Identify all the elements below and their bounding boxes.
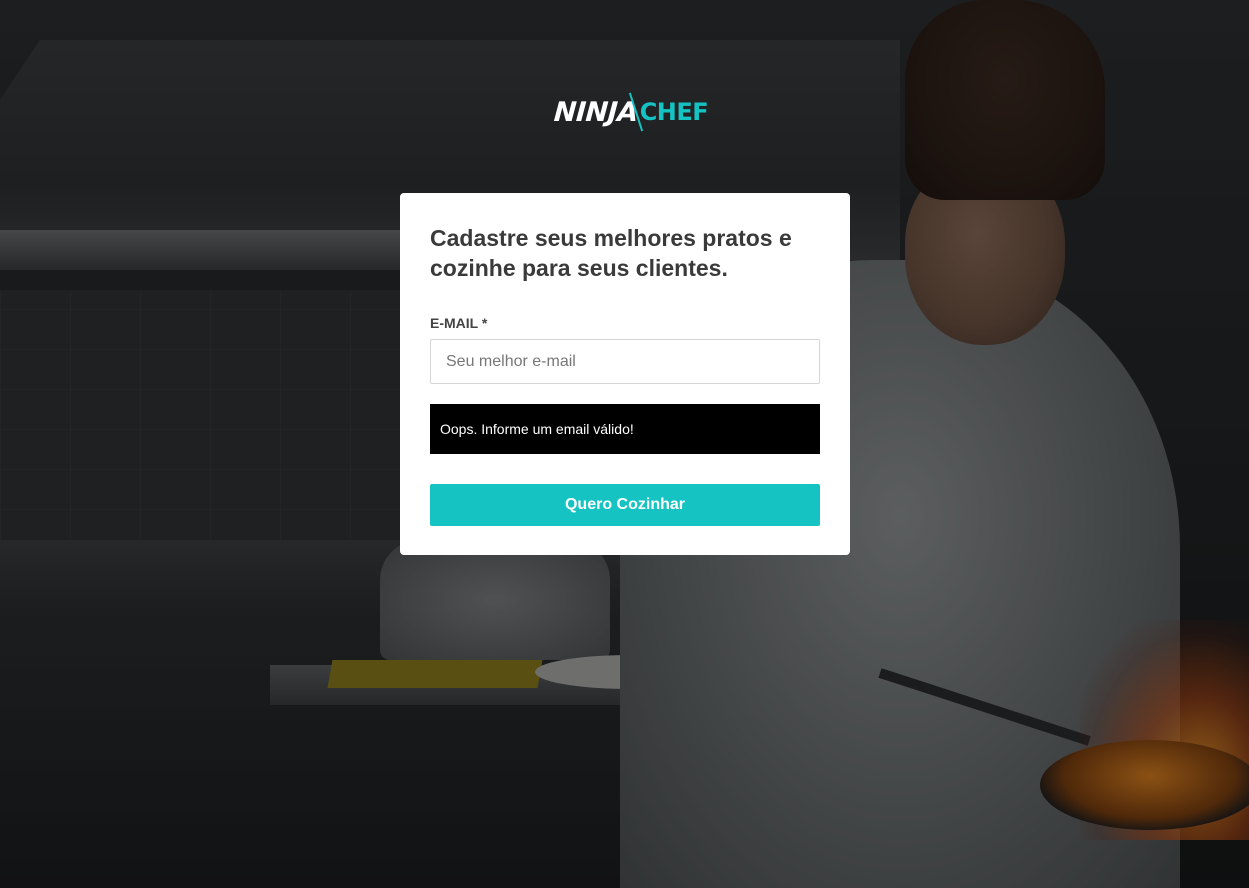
error-alert: Oops. Informe um email válido! [430, 404, 820, 454]
signup-heading: Cadastre seus melhores pratos e cozinhe … [430, 225, 792, 281]
submit-button[interactable]: Quero Cozinhar [430, 484, 820, 526]
ninjachef-logo: NINJA CHEF [552, 88, 709, 136]
email-label: E-MAIL * [430, 315, 488, 331]
signup-card: Cadastre seus melhores pratos e cozinhe … [400, 193, 850, 555]
logo-text-ninja: NINJA [552, 96, 639, 128]
logo-text-chef: CHEF [639, 98, 709, 126]
email-input[interactable] [430, 339, 820, 384]
